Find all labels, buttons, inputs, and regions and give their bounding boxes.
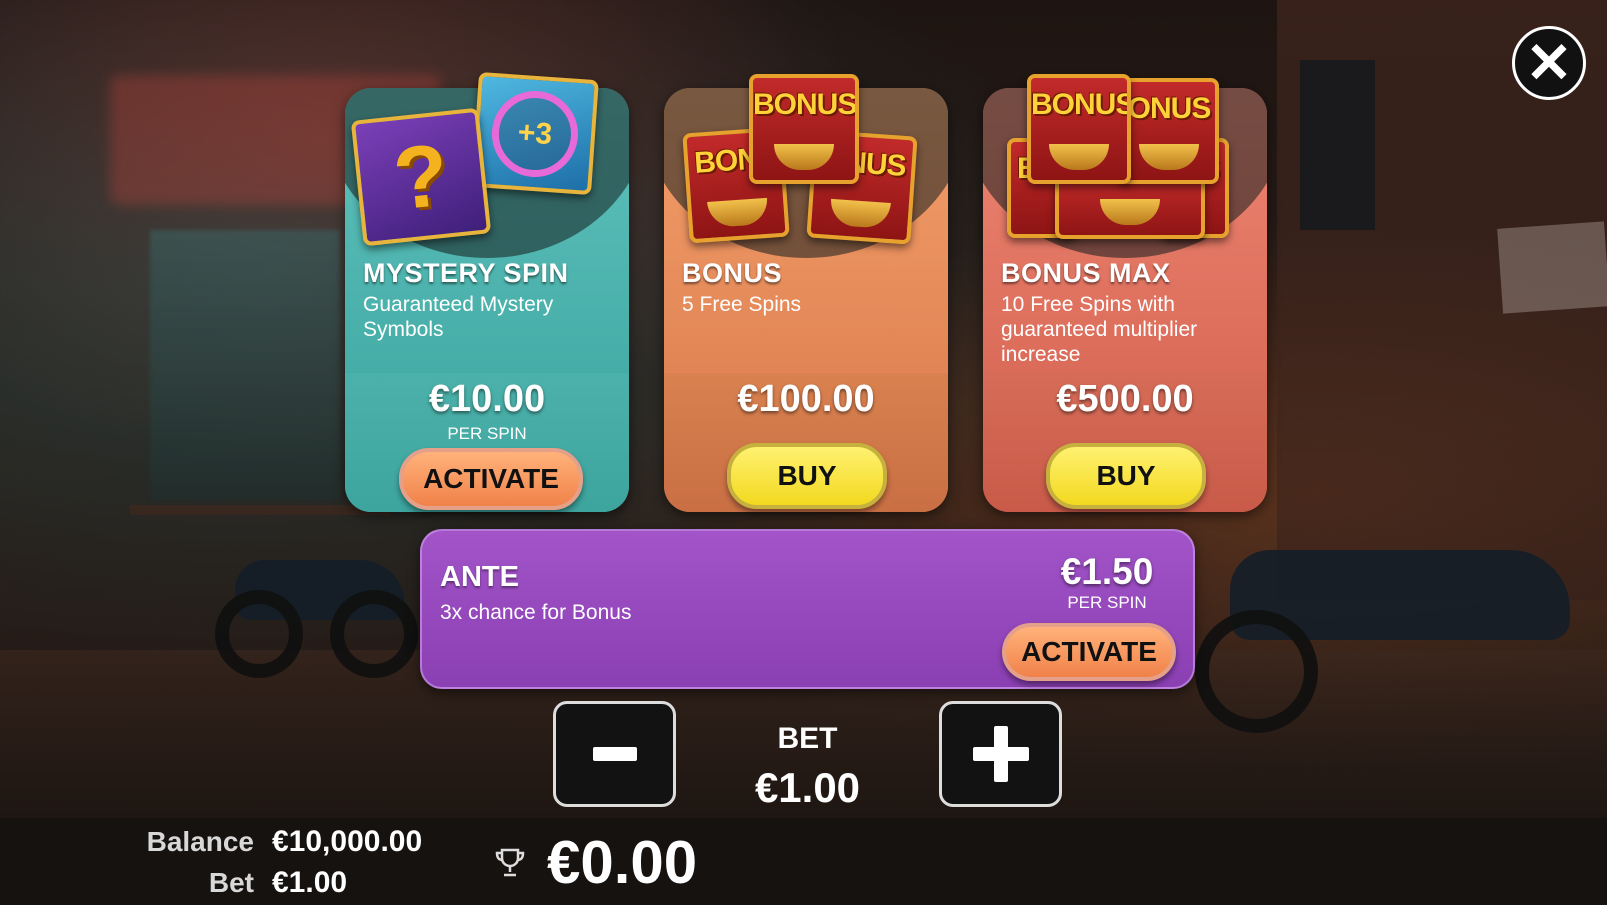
footer-bet-value: €1.00 bbox=[272, 866, 348, 899]
card-description: 10 Free Spins with guaranteed multiplier… bbox=[1001, 293, 1198, 366]
card-title: BONUS bbox=[682, 258, 783, 288]
plus-icon bbox=[972, 726, 1029, 782]
ante-price: €1.50 bbox=[1060, 551, 1154, 592]
footer-bet-label: Bet bbox=[208, 867, 254, 898]
bonus-symbol-icon: BONUS bbox=[749, 74, 859, 184]
background-shop-window bbox=[150, 230, 340, 500]
ante-price-unit: PER SPIN bbox=[1067, 593, 1147, 612]
card-price: €100.00 bbox=[737, 378, 875, 420]
multiplier-text: +3 bbox=[516, 115, 554, 151]
background-wheel bbox=[330, 590, 418, 678]
card-price-unit: PER SPIN bbox=[447, 424, 527, 443]
card-title: MYSTERY SPIN bbox=[363, 258, 569, 288]
trophy-icon bbox=[495, 848, 525, 877]
bet-decrease-button[interactable] bbox=[553, 701, 676, 807]
mystery-spin-card: +3 ? MYSTERY SPIN Guaranteed Mystery Sym… bbox=[345, 71, 629, 512]
bowl-icon bbox=[1139, 144, 1199, 170]
multiplier-symbol-icon: +3 bbox=[471, 71, 599, 196]
bowl-icon bbox=[829, 198, 891, 229]
ante-activate-button[interactable]: ACTIVATE bbox=[1002, 623, 1176, 681]
win-amount: €0.00 bbox=[547, 829, 698, 896]
mystery-spin-activate-button[interactable]: ACTIVATE bbox=[399, 448, 583, 510]
card-price: €500.00 bbox=[1056, 378, 1194, 420]
bonus-symbol-icon: ONUS bbox=[1119, 78, 1219, 184]
card-title: BONUS MAX bbox=[1001, 258, 1171, 288]
card-description: 5 Free Spins bbox=[682, 293, 802, 316]
bonus-symbol-text: ONUS bbox=[1127, 92, 1212, 125]
bet-value: €1.00 bbox=[754, 764, 861, 811]
bowl-icon bbox=[1100, 199, 1160, 225]
ante-panel: ANTE 3x chance for Bonus €1.50 PER SPIN … bbox=[420, 529, 1195, 689]
bonus-symbol-text: BONUS bbox=[753, 88, 857, 121]
bowl-icon bbox=[774, 144, 834, 170]
bonus-buy-button[interactable]: BUY bbox=[727, 443, 887, 509]
minus-icon bbox=[592, 747, 637, 761]
close-icon: ✕ bbox=[1525, 31, 1573, 94]
multiplier-ring: +3 bbox=[489, 87, 581, 180]
balance-label: Balance bbox=[146, 826, 254, 857]
bet-increase-button[interactable] bbox=[939, 701, 1062, 807]
balance-value: €10,000.00 bbox=[272, 825, 423, 858]
bonus-symbol-icon: BONUS bbox=[1027, 74, 1131, 184]
card-description: Guaranteed Mystery Symbols bbox=[363, 293, 554, 341]
close-button[interactable]: ✕ bbox=[1512, 26, 1586, 100]
background-wheel bbox=[215, 590, 303, 678]
ante-title: ANTE bbox=[440, 561, 519, 593]
bonus-card: BON NUS BONUS BONUS 5 Free Spins €100.00… bbox=[664, 74, 948, 512]
question-mark: ? bbox=[389, 124, 453, 229]
bet-label: BET bbox=[777, 722, 838, 755]
bonus-max-card: B S ONUS BONUS BONUS MAX 10 Free Spins w… bbox=[983, 74, 1267, 512]
bowl-icon bbox=[1049, 144, 1109, 170]
background-sign bbox=[1497, 221, 1607, 314]
background-window bbox=[1300, 60, 1375, 230]
bonus-max-buy-button[interactable]: BUY bbox=[1046, 443, 1206, 509]
background-wheel bbox=[1195, 610, 1318, 733]
card-price: €10.00 bbox=[428, 378, 546, 420]
bowl-icon bbox=[707, 197, 769, 228]
mystery-symbol-icon: ? bbox=[350, 107, 492, 247]
bonus-symbol-text: BONUS bbox=[1031, 88, 1131, 121]
ante-description: 3x chance for Bonus bbox=[440, 601, 632, 624]
